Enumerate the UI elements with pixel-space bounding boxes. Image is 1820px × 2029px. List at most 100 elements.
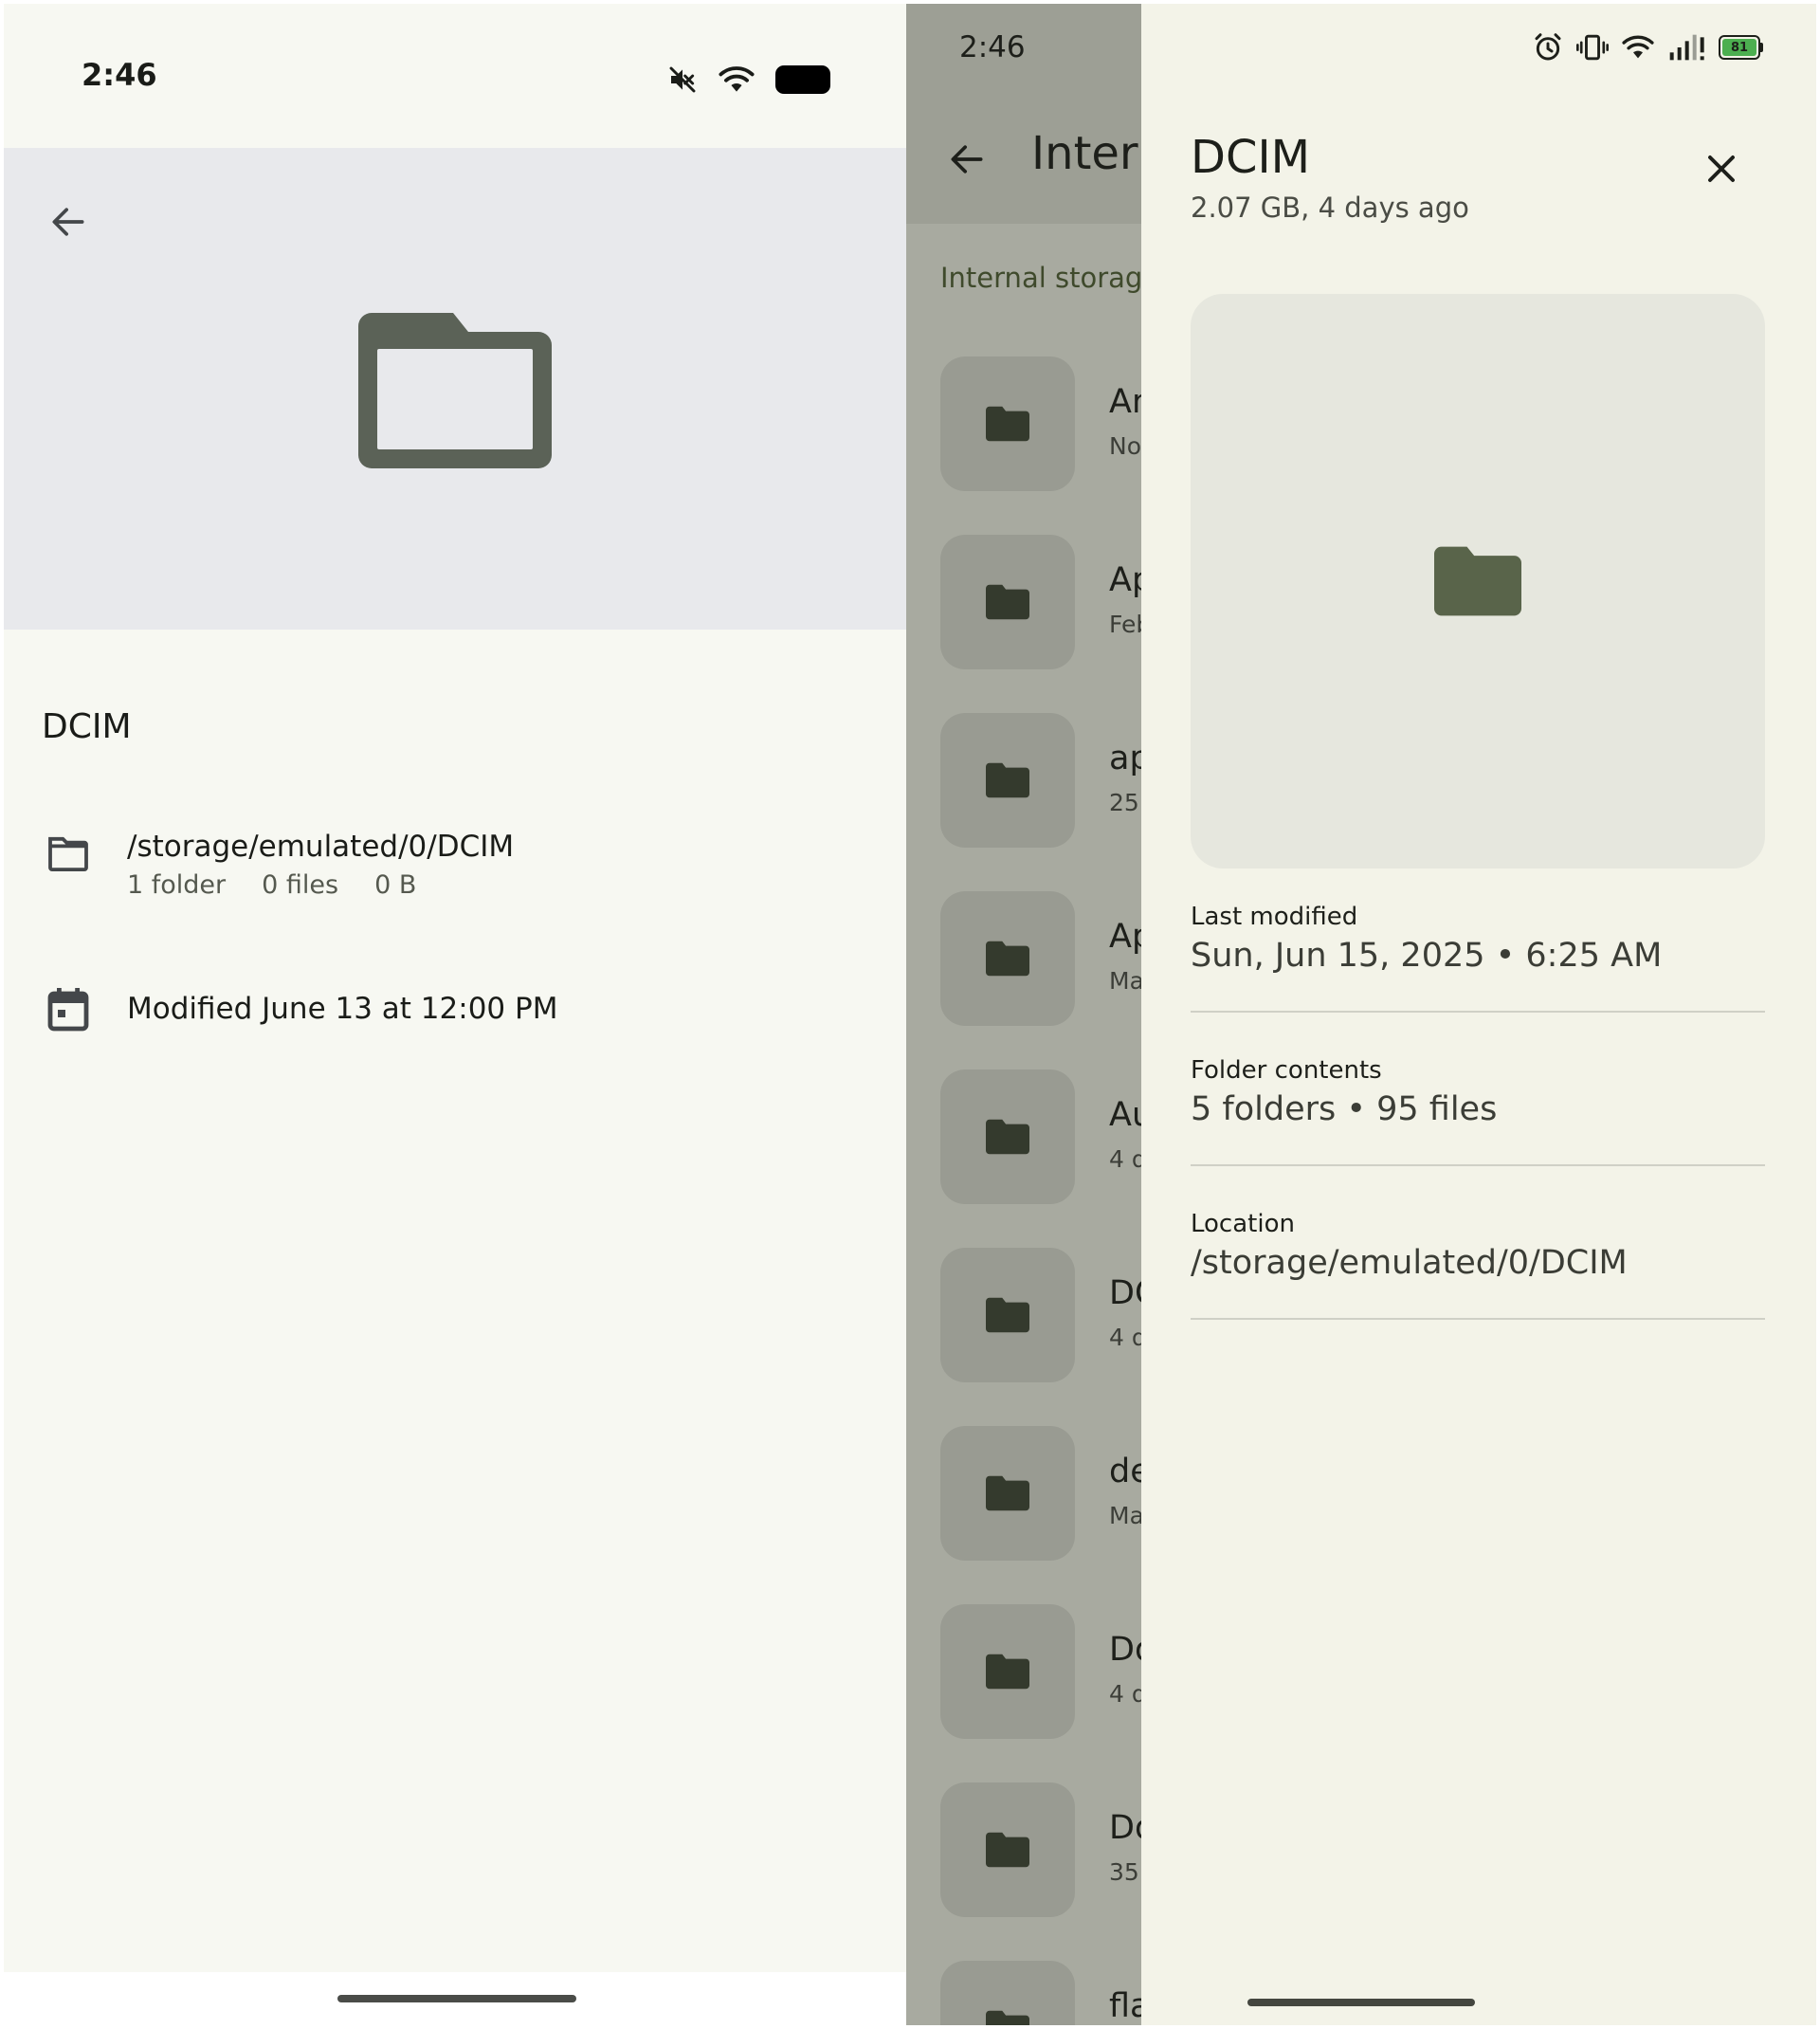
list-item-name: Applications (1109, 918, 1141, 956)
list-item[interactable]: Apps Feb (940, 535, 1141, 669)
list-item-subtitle: Nov (1109, 432, 1141, 460)
list-item[interactable]: Documents 4 d (940, 1604, 1141, 1739)
divider (1191, 1318, 1765, 1320)
list-item[interactable]: DCIM 4 d (940, 1248, 1141, 1382)
file-count: 0 files (262, 870, 339, 900)
list-item[interactable]: Audiobooks 4 d (940, 1069, 1141, 1204)
cell-signal-icon (1669, 34, 1704, 61)
folder-icon (358, 313, 552, 468)
folder-info-screen: 2:46 DCIM /storage/emulated/0/DCIM 1 fol… (4, 4, 906, 2025)
folder-name: DCIM (42, 707, 132, 746)
folder-tile (940, 1426, 1075, 1561)
list-item-name: Documents (1109, 1631, 1141, 1669)
details-title: DCIM (1191, 131, 1311, 184)
list-item-name: Download (1109, 1809, 1141, 1847)
property-value: Sun, Jun 15, 2025 • 6:25 AM (1191, 937, 1663, 975)
home-indicator[interactable] (337, 1995, 576, 2002)
folder-icon (986, 1475, 1029, 1511)
folder-tile (940, 356, 1075, 491)
back-button[interactable] (940, 133, 993, 186)
last-modified-property: Last modified Sun, Jun 15, 2025 • 6:25 A… (1191, 903, 1765, 1013)
folder-outline-icon (48, 836, 88, 871)
list-item-name: Apps (1109, 561, 1141, 599)
property-label: Last modified (1191, 903, 1358, 931)
folder-count: 1 folder (127, 870, 227, 900)
close-icon (1708, 155, 1735, 182)
path-row: /storage/emulated/0/DCIM 1 folder 0 file… (42, 827, 514, 900)
modified-date: Modified June 13 at 12:00 PM (127, 992, 558, 1026)
divider (1191, 1011, 1765, 1013)
details-pane: 81 DCIM 2.07 GB, 4 days ago Last modifie… (1141, 4, 1816, 2025)
folder-tile (940, 535, 1075, 669)
list-item[interactable]: devices Mar (940, 1426, 1141, 1561)
folder-icon (986, 1654, 1029, 1690)
folder-meta: 1 folder 0 files 0 B (127, 870, 514, 900)
folder-preview (1191, 294, 1765, 868)
battery-icon (775, 65, 830, 94)
folder-contents-property: Folder contents 5 folders • 95 files (1191, 1056, 1765, 1166)
status-bar: 2:46 (4, 4, 906, 148)
property-value: /storage/emulated/0/DCIM (1191, 1244, 1628, 1282)
property-label: Location (1191, 1210, 1295, 1238)
folder-path: /storage/emulated/0/DCIM (127, 830, 515, 864)
list-item[interactable]: Applications Mar (940, 891, 1141, 1026)
battery-icon: 81 (1719, 35, 1763, 60)
wifi-icon (719, 66, 755, 92)
folder-icon (986, 1832, 1029, 1868)
list-item-subtitle: 4 d (1109, 1324, 1141, 1351)
status-time: 2:46 (959, 30, 1026, 64)
calendar-icon (47, 988, 89, 1032)
list-item[interactable]: Android Nov (940, 356, 1141, 491)
list-item[interactable]: Download 35 (940, 1782, 1141, 1917)
folder-preview-header (4, 148, 906, 630)
list-item[interactable]: flash (940, 1961, 1141, 2025)
screen-title: Internal storage (1031, 127, 1141, 180)
folder-icon (986, 1119, 1029, 1155)
list-item-subtitle: 4 d (1109, 1680, 1141, 1708)
home-indicator[interactable] (1247, 1999, 1475, 2006)
list-item-subtitle: 35 (1109, 1858, 1139, 1886)
status-time: 2:46 (82, 57, 157, 93)
vibrate-icon (1576, 34, 1609, 61)
details-subtitle: 2.07 GB, 4 days ago (1191, 192, 1469, 224)
list-item-subtitle: Feb (1109, 611, 1141, 638)
list-item-name: flash (1109, 1987, 1141, 2025)
folder-tile (940, 1248, 1075, 1382)
folder-icon (1434, 546, 1521, 616)
folder-icon (986, 584, 1029, 620)
list-item[interactable]: apks 25 (940, 713, 1141, 848)
wifi-icon (1622, 35, 1654, 59)
list-item-subtitle: Mar (1109, 1502, 1141, 1529)
folder-icon (986, 762, 1029, 798)
back-button[interactable] (42, 195, 95, 248)
property-label: Folder contents (1191, 1056, 1382, 1085)
property-value: 5 folders • 95 files (1191, 1090, 1498, 1128)
folder-icon (986, 1297, 1029, 1333)
location-property: Location /storage/emulated/0/DCIM (1191, 1210, 1765, 1320)
close-button[interactable] (1695, 142, 1748, 195)
list-item-name: devices (1109, 1453, 1141, 1490)
folder-icon (986, 941, 1029, 977)
list-item-subtitle: 4 d (1109, 1145, 1141, 1173)
folder-icon (986, 406, 1029, 442)
divider (1191, 1164, 1765, 1166)
folder-tile (940, 713, 1075, 848)
list-item-subtitle: Mar (1109, 967, 1141, 995)
folder-tile (940, 1069, 1075, 1204)
folder-icon (986, 2010, 1029, 2025)
file-list-screen: 2:46 Internal storage Internal storage A… (906, 4, 1141, 2025)
breadcrumb[interactable]: Internal storage (940, 262, 1141, 294)
mute-icon (669, 66, 696, 93)
status-icons (667, 61, 830, 99)
folder-tile (940, 1961, 1075, 2025)
list-item-subtitle: 25 (1109, 789, 1139, 816)
list-item-name: apks (1109, 740, 1141, 777)
list-item-name: Android (1109, 383, 1141, 421)
arrow-back-icon (52, 208, 84, 236)
list-item-name: Audiobooks (1109, 1096, 1141, 1134)
alarm-icon (1535, 33, 1561, 61)
modified-row: Modified June 13 at 12:00 PM (42, 982, 557, 1035)
arrow-back-icon (951, 145, 983, 174)
status-icons: 81 (1533, 32, 1763, 63)
folder-size: 0 B (374, 870, 417, 900)
